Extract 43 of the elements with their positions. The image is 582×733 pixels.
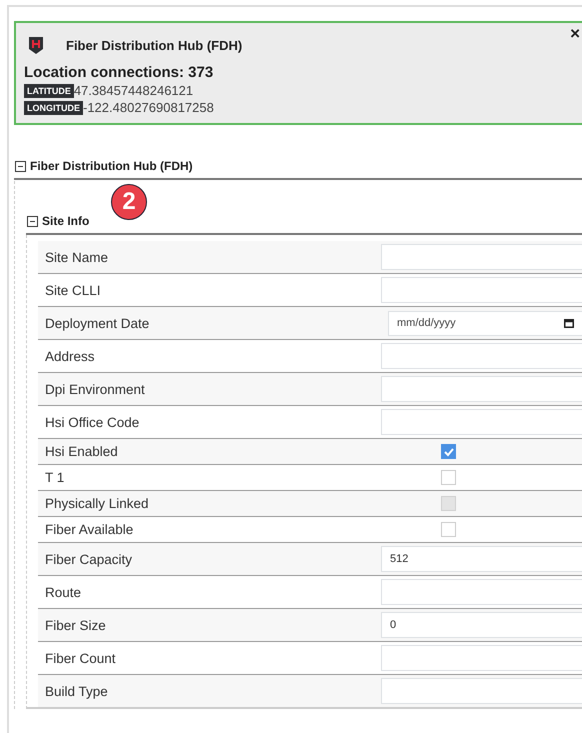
text-field[interactable] [381,277,582,303]
text-field[interactable] [381,376,582,402]
field-label: Deployment Date [44,316,150,330]
field-label: Hsi Office Code [44,414,140,430]
field-label: Site Name [44,250,110,264]
collapse-icon [27,216,38,226]
field-label: Build Type [44,684,109,698]
text-field[interactable]: 0 [381,612,582,638]
coordinate-value: 47.38457448246121 [74,83,194,98]
checkbox[interactable] [441,522,456,537]
connections-text: Location connections: 373 [24,64,214,81]
checkbox[interactable] [441,470,456,485]
checkbox[interactable] [441,444,456,459]
coordinate-label: LATITUDE [24,84,74,98]
field-label: Fiber Count [44,650,117,666]
field-label: Dpi Environment [44,382,146,396]
text-field[interactable] [381,678,582,704]
collapse-icon [15,160,26,172]
text-field[interactable] [381,579,582,605]
shield-icon [28,36,44,54]
text-field[interactable] [381,343,582,369]
date-field[interactable]: mm/dd/yyyy [388,310,582,336]
field-label: Physically Linked [44,496,150,511]
text-field[interactable]: 512 [381,546,582,572]
section-header[interactable]: Fiber Distribution Hub (FDH) [14,159,193,173]
field-label: T 1 [44,470,66,485]
field-label: Fiber Size [44,618,107,632]
field-label: Address [44,348,96,364]
coordinate-label: LONGITUDE [24,100,83,114]
field-label: Site CLLI [44,282,102,298]
close-button[interactable]: × [568,27,582,41]
text-field[interactable] [381,244,582,270]
coordinate-value: -122.48027690817258 [83,100,214,115]
text-field[interactable] [381,409,582,435]
step-badge: 2 [111,184,147,220]
field-label: Fiber Available [44,522,134,537]
subsection-header[interactable]: Site Info [26,214,90,228]
calendar-icon [564,318,574,328]
text-field[interactable] [381,645,582,671]
popup-title: Fiber Distribution Hub (FDH) [66,38,242,52]
field-label: Hsi Enabled [44,444,119,459]
field-label: Route [44,584,82,600]
field-label: Fiber Capacity [44,552,134,566]
